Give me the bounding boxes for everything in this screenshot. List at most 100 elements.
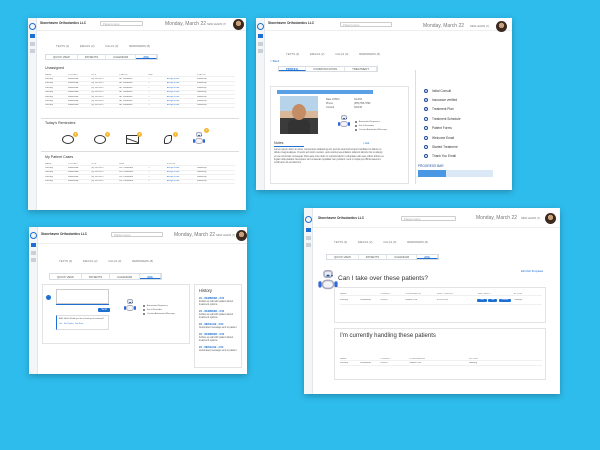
message-input[interactable]: [56, 289, 109, 304]
chat-bubble-icon[interactable]: 3: [94, 132, 110, 144]
tab-ava[interactable]: AVA: [136, 55, 157, 59]
assign-link[interactable]: Assign to Me: [167, 96, 197, 98]
option-checkbox[interactable]: Custom Automated Message: [143, 312, 175, 316]
tab-reminders[interactable]: REMINDERS (8): [407, 240, 428, 244]
assign-link[interactable]: Assign to Me: [167, 91, 197, 93]
assign-link[interactable]: Assign to Me: [167, 87, 197, 89]
practice-name[interactable]: Stonehaven Orthodontics LLC: [40, 21, 86, 25]
checklist-item[interactable]: ✓ Insurance verified: [424, 95, 461, 104]
reply-not-sure[interactable]: Not Sure: [75, 323, 83, 325]
tab-profile[interactable]: PROFILE: [279, 67, 307, 71]
checklist-item[interactable]: Treatment Schedule: [424, 114, 461, 123]
table-row[interactable]: Zachary Whitehead (W) 555.0112 Pre Treatmen…: [45, 180, 235, 184]
assign-link[interactable]: Assign to Me: [167, 167, 197, 169]
practice-name[interactable]: Stonehaven Orthodontics LLC: [318, 216, 364, 220]
tab-quick-view[interactable]: QUICK VIEW: [327, 255, 359, 259]
tab-texts[interactable]: TEXTS (3): [334, 240, 347, 244]
takeover-yes-button[interactable]: Yes: [477, 298, 487, 303]
search-input[interactable]: Patient name: [100, 21, 143, 26]
reply-yes[interactable]: Yes: [59, 323, 62, 325]
tab-calls[interactable]: CALLS (3): [108, 259, 121, 263]
search-input[interactable]: Patient name: [340, 22, 392, 27]
tab-patients[interactable]: PATIENTS: [78, 55, 107, 59]
new-leads-link[interactable]: NEW LEADS (7): [207, 23, 226, 26]
tab-reminders[interactable]: REMINDERS (8): [359, 52, 380, 56]
menu-icon[interactable]: [258, 49, 263, 53]
tab-quick-view[interactable]: QUICK VIEW: [46, 55, 78, 59]
tab-calls[interactable]: CALLS (3): [383, 240, 396, 244]
tab-emails[interactable]: EMAILS (2): [83, 259, 97, 263]
option-checkbox[interactable]: Automated Sequence: [355, 121, 387, 124]
assign-link[interactable]: Assign to Me: [167, 78, 197, 80]
tab-calendar[interactable]: CALENDAR: [110, 274, 141, 279]
add-note-button[interactable]: + Add: [363, 142, 369, 145]
menu-icon[interactable]: [306, 243, 311, 247]
tab-calendar[interactable]: CALENDAR: [387, 255, 418, 259]
new-leads-link[interactable]: NEW LEADS (7): [216, 234, 235, 237]
checklist-item[interactable]: ✓ Treatment Plan: [424, 105, 461, 114]
takeover-details-button[interactable]: Details: [498, 298, 512, 303]
practice-name[interactable]: Stonehaven Orthodontics LLC: [268, 21, 314, 25]
back-link[interactable]: < Back: [270, 59, 279, 63]
tab-ava[interactable]: AVA: [417, 255, 438, 259]
assign-link[interactable]: Assign to Me: [167, 104, 197, 106]
assign-link[interactable]: Assign to Me: [167, 180, 197, 182]
tab-calls[interactable]: CALLS (3): [105, 44, 118, 48]
avatar[interactable]: [496, 21, 507, 32]
table-row[interactable]: Zachary Whitehead 3/20/18 Thomas Curl Meetin…: [340, 361, 542, 366]
tab-reminders[interactable]: REMINDERS (8): [129, 44, 150, 48]
home-icon[interactable]: [258, 34, 263, 38]
table-row[interactable]: Zachary Whitehead (W) 555.0112 No Treatment…: [45, 104, 235, 109]
home-icon[interactable]: [31, 243, 36, 247]
tab-ava[interactable]: AVA: [140, 274, 161, 279]
table-row[interactable]: Zachary Whitehead 3/20/18 Thomas Curl 02/21/…: [340, 296, 542, 306]
tab-patients[interactable]: PATIENTS: [82, 274, 111, 279]
home-icon[interactable]: [30, 34, 35, 38]
avatar[interactable]: [236, 230, 247, 241]
tab-quick-view[interactable]: QUICK VIEW: [50, 274, 82, 279]
menu-icon[interactable]: [30, 42, 35, 46]
tab-texts[interactable]: TEXTS (3): [59, 259, 72, 263]
assign-link[interactable]: Assign to Me: [167, 171, 197, 173]
tab-patients[interactable]: PATIENTS: [359, 255, 388, 259]
checklist-item[interactable]: Patient Forms: [424, 124, 461, 133]
tab-communication[interactable]: COMMUNICATION: [306, 67, 346, 71]
chat-bubble-icon[interactable]: 5: [62, 132, 78, 144]
tab-emails[interactable]: EMAILS (2): [358, 240, 372, 244]
tab-treatment[interactable]: TREATMENT: [345, 67, 378, 71]
checklist-item[interactable]: Welcome Email: [424, 133, 461, 142]
menu-icon[interactable]: [31, 251, 36, 255]
status-dropdown[interactable]: Pending: [514, 299, 542, 301]
tab-emails[interactable]: EMAILS (2): [80, 44, 94, 48]
search-input[interactable]: Patient name: [111, 232, 163, 237]
edit-templates-link[interactable]: Edit AVA Templates: [521, 270, 543, 273]
email-icon[interactable]: 4: [126, 132, 142, 144]
menu-icon[interactable]: [30, 49, 35, 53]
phone-icon[interactable]: 2: [162, 132, 178, 144]
assign-link[interactable]: Assign to Me: [167, 176, 197, 178]
home-icon[interactable]: [306, 228, 311, 232]
practice-name[interactable]: Stonehaven Orthodontics LLC: [41, 232, 87, 236]
checklist-item[interactable]: ✓ Initial Consult: [424, 86, 461, 95]
tab-reminders[interactable]: REMINDERS (8): [132, 259, 153, 263]
takeover-no-button[interactable]: No: [488, 298, 498, 303]
search-input[interactable]: Patient name: [401, 216, 456, 221]
checklist-item[interactable]: Thank You Email: [424, 152, 461, 161]
ava-robot-icon[interactable]: 2: [193, 128, 209, 146]
option-checkbox[interactable]: Set a Reminder: [143, 308, 175, 312]
menu-icon[interactable]: [306, 236, 311, 240]
checklist-item[interactable]: Started Treatment: [424, 142, 461, 151]
tab-texts[interactable]: TEXTS (3): [56, 44, 69, 48]
tab-texts[interactable]: TEXTS (3): [286, 52, 299, 56]
tab-calls[interactable]: CALLS (3): [335, 52, 348, 56]
tab-emails[interactable]: EMAILS (2): [310, 52, 324, 56]
menu-icon[interactable]: [31, 258, 36, 262]
assign-link[interactable]: Assign to Me: [167, 100, 197, 102]
option-checkbox[interactable]: Set a Reminder: [355, 124, 387, 128]
option-checkbox[interactable]: Custom Automated Message: [355, 128, 387, 132]
assign-link[interactable]: Assign to Me: [167, 82, 197, 84]
new-leads-link[interactable]: NEW LEADS (7): [470, 25, 489, 28]
tab-calendar[interactable]: CALENDAR: [106, 55, 137, 59]
avatar[interactable]: [233, 19, 244, 30]
status-dropdown[interactable]: Meeting: [469, 362, 542, 364]
